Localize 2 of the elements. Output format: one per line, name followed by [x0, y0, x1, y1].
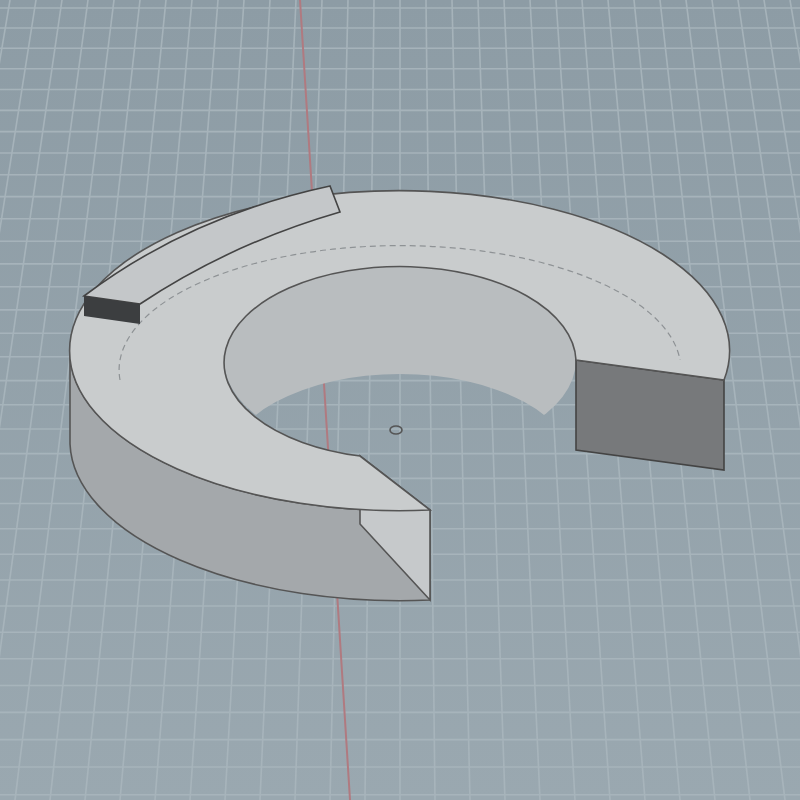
origin-icon	[389, 425, 403, 435]
viewport[interactable]	[0, 0, 800, 800]
